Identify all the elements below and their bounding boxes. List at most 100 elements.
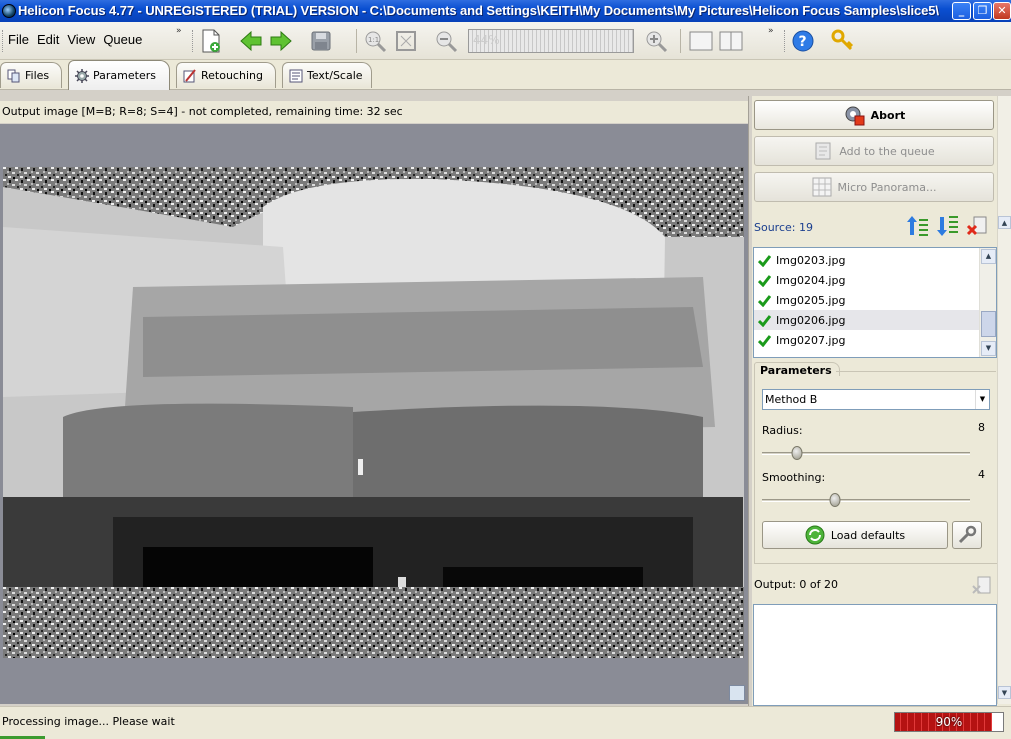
output-image-status: Output image [M=B; R=8; S=4] - not compl… — [0, 101, 748, 123]
load-defaults-button[interactable]: Load defaults — [762, 521, 948, 549]
menu-overflow-chevron[interactable]: » — [176, 26, 181, 36]
text-scale-icon — [289, 69, 303, 82]
chevron-down-icon[interactable]: ▼ — [975, 390, 989, 409]
checkmark-icon — [758, 314, 771, 327]
zoom-out-button[interactable] — [433, 28, 459, 54]
radius-slider[interactable] — [762, 444, 970, 462]
image-canvas-area[interactable] — [0, 124, 748, 704]
refresh-icon — [805, 525, 825, 545]
checkmark-icon — [758, 294, 771, 307]
abort-button[interactable]: Abort — [754, 100, 994, 130]
app-icon[interactable] — [2, 4, 16, 18]
file-name: Img0207.jpg — [776, 333, 846, 347]
scroll-thumb[interactable] — [981, 311, 996, 337]
method-value: Method B — [765, 393, 818, 406]
zoom-in-icon — [646, 31, 668, 53]
method-select[interactable]: Method B ▼ — [762, 389, 990, 410]
toolbar-grip-2[interactable] — [192, 30, 195, 52]
tab-parameters[interactable]: Parameters — [68, 60, 170, 90]
zoom-in-button[interactable] — [643, 28, 669, 54]
output-list[interactable] — [753, 604, 997, 706]
file-name: Img0204.jpg — [776, 273, 846, 287]
source-count: Source: 19 — [754, 221, 813, 234]
add-image-icon — [202, 29, 220, 53]
tab-text-scale-label: Text/Scale — [307, 69, 363, 82]
checkmark-icon — [758, 334, 771, 347]
radius-value: 8 — [978, 421, 985, 434]
register-key-button[interactable] — [830, 28, 856, 54]
toolbar-separator-2 — [680, 29, 681, 53]
toolbar-grip-3[interactable] — [784, 30, 787, 52]
file-list-scrollbar[interactable]: ▲ ▼ — [979, 248, 996, 357]
tab-retouching[interactable]: Retouching — [176, 62, 276, 88]
depth-map-preview[interactable] — [3, 167, 744, 658]
help-button[interactable]: ? — [790, 28, 816, 54]
tab-parameters-label: Parameters — [93, 69, 156, 82]
wrench-icon — [958, 525, 977, 544]
tab-strip: Files Parameters Retouching Text/Scale — [0, 60, 1011, 90]
list-item[interactable]: Img0204.jpg — [754, 270, 980, 290]
files-icon — [7, 69, 20, 82]
radius-thumb[interactable] — [791, 446, 803, 460]
add-image-button[interactable] — [198, 28, 224, 54]
close-button[interactable]: ✕ — [993, 2, 1011, 20]
single-view-button[interactable] — [688, 28, 714, 54]
minimize-button[interactable]: _ — [952, 2, 971, 20]
tab-text-scale[interactable]: Text/Scale — [282, 62, 372, 88]
settings-wrench-button[interactable] — [952, 521, 982, 549]
list-item[interactable]: Img0205.jpg — [754, 290, 980, 310]
retouch-icon — [183, 68, 196, 82]
split-view-button[interactable] — [718, 28, 744, 54]
abort-gear-icon — [845, 106, 865, 126]
help-icon: ? — [792, 30, 814, 52]
gear-icon — [75, 68, 89, 83]
add-to-queue-button[interactable]: Add to the queue — [754, 136, 994, 166]
save-button[interactable] — [308, 28, 334, 54]
smoothing-track — [762, 499, 970, 502]
right-panel: Abort Add to the queue Micro Panorama...… — [752, 96, 1011, 706]
scroll-down-button[interactable]: ▼ — [998, 686, 1011, 699]
zoom-level-field[interactable]: 44% — [468, 29, 634, 53]
queue-icon — [815, 142, 831, 160]
depth-map-image — [3, 167, 744, 658]
window-title: Helicon Focus 4.77 - UNREGISTERED (TRIAL… — [18, 3, 939, 18]
forward-button[interactable] — [268, 28, 294, 54]
menu-queue[interactable]: Queue — [99, 32, 146, 47]
list-item[interactable]: Img0203.jpg — [754, 250, 980, 270]
smoothing-slider[interactable] — [762, 491, 970, 509]
panorama-grid-icon — [812, 177, 832, 197]
menu-view[interactable]: View — [63, 32, 99, 47]
tab-files[interactable]: Files — [0, 62, 62, 88]
zoom-out-icon — [436, 31, 458, 53]
file-name: Img0203.jpg — [776, 253, 846, 267]
svg-text:1:1: 1:1 — [368, 36, 379, 44]
source-file-list[interactable]: Img0203.jpg Img0204.jpg Img0205.jpg Img0… — [753, 247, 997, 358]
zoom-1to1-button[interactable]: 1:1 — [362, 28, 388, 54]
output-remove-icon[interactable] — [970, 574, 992, 596]
status-bar: Processing image... Please wait 90% — [0, 706, 1011, 739]
fit-to-window-button[interactable] — [393, 28, 419, 54]
right-panel-scrollbar[interactable]: ▲ ▼ — [997, 96, 1011, 704]
menu-edit[interactable]: Edit — [33, 32, 63, 47]
scroll-up-button[interactable]: ▲ — [981, 249, 996, 264]
file-name: Img0205.jpg — [776, 293, 846, 307]
magnifier-icon[interactable] — [729, 685, 745, 701]
micro-panorama-button[interactable]: Micro Panorama... — [754, 172, 994, 202]
smoothing-thumb[interactable] — [829, 493, 841, 507]
parameters-rule — [836, 371, 996, 372]
menu-file[interactable]: File — [4, 32, 33, 47]
back-arrow-icon — [240, 30, 262, 52]
svg-text:?: ? — [799, 34, 807, 50]
scroll-up-button[interactable]: ▲ — [998, 216, 1011, 229]
sort-up-icon[interactable] — [906, 214, 930, 238]
back-button[interactable] — [238, 28, 264, 54]
remove-files-icon[interactable] — [966, 214, 990, 238]
sort-down-icon[interactable] — [936, 214, 960, 238]
list-item-selected[interactable]: Img0206.jpg — [754, 310, 980, 330]
smoothing-label: Smoothing: — [762, 471, 826, 484]
maximize-button[interactable]: ❐ — [973, 2, 992, 20]
toolbar-overflow-chevron[interactable]: » — [768, 26, 773, 36]
scroll-down-button[interactable]: ▼ — [981, 341, 996, 356]
checkmark-icon — [758, 254, 771, 267]
list-item[interactable]: Img0207.jpg — [754, 330, 980, 350]
